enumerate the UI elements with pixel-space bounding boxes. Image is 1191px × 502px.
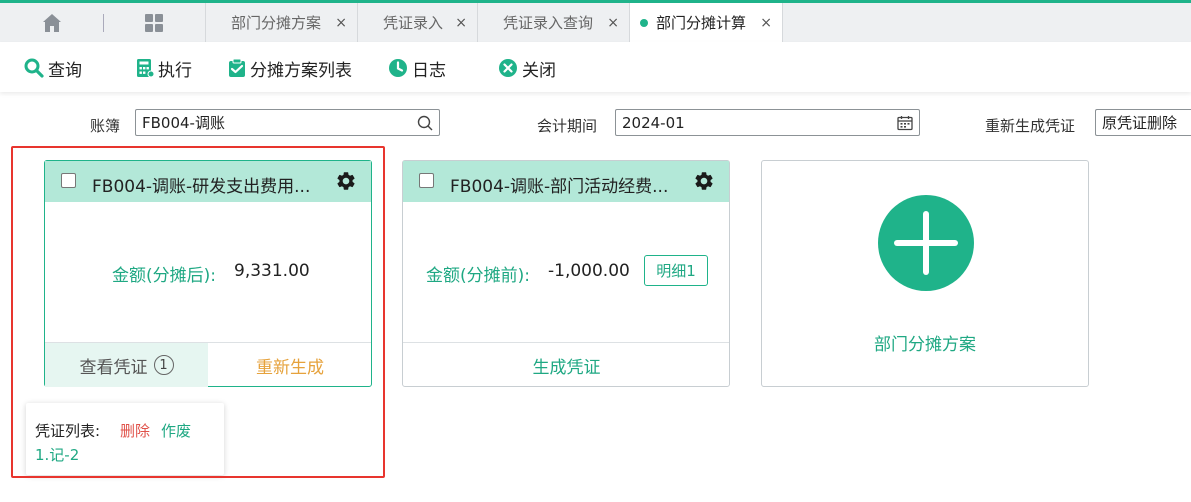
query-button[interactable]: 查询 (24, 56, 82, 81)
home-icon (42, 13, 61, 32)
log-label: 日志 (412, 60, 446, 81)
card-title: FB004-调账-部门活动经费... (450, 177, 669, 197)
generate-voucher-label: 生成凭证 (532, 357, 601, 378)
tab-dept-allocation-plan[interactable]: 部门分摊方案 × (205, 3, 357, 42)
tab-bar: 部门分摊方案 × 凭证录入 × 凭证录入查询 × 部门分摊计算 × (0, 0, 1191, 42)
plus-icon[interactable] (878, 195, 974, 291)
close-icon[interactable]: × (760, 15, 772, 31)
add-plan-label: 部门分摊方案 (874, 335, 976, 355)
ledger-label: 账簿 (90, 117, 121, 135)
clipboard-icon (229, 58, 245, 77)
plan-list-label: 分摊方案列表 (250, 60, 352, 81)
home-tab[interactable] (0, 3, 103, 42)
search-icon[interactable] (417, 115, 433, 131)
close-circle-icon (499, 59, 517, 77)
tab-voucher-query[interactable]: 凭证录入查询 × (477, 3, 629, 42)
log-button[interactable]: 日志 (388, 56, 446, 81)
plan-list-button[interactable]: 分摊方案列表 (228, 56, 352, 81)
detail-button[interactable]: 明细1 (644, 255, 708, 286)
close-icon[interactable]: × (607, 15, 619, 31)
close-icon[interactable]: × (335, 15, 347, 31)
amount-label: 金额(分摊前): (426, 266, 530, 286)
execute-label: 执行 (158, 60, 192, 81)
calendar-icon[interactable] (897, 115, 913, 131)
card-footer: 生成凭证 (403, 342, 729, 387)
clock-icon (389, 59, 407, 77)
amount-value: -1,000.00 (548, 261, 630, 281)
toolbar: 查询 执行 分摊方案列表 日志 关闭 (0, 42, 1191, 92)
apps-tab[interactable] (104, 3, 204, 42)
close-label: 关闭 (522, 60, 556, 81)
search-icon (24, 58, 44, 78)
ledger-input[interactable]: FB004-调账 (135, 109, 440, 136)
period-input[interactable]: 2024-01 (615, 109, 920, 136)
period-value: 2024-01 (622, 113, 685, 132)
query-label: 查询 (48, 60, 82, 81)
ledger-value: FB004-调账 (142, 114, 225, 132)
tab-voucher-entry[interactable]: 凭证录入 × (357, 3, 477, 42)
card-header: FB004-调账-部门活动经费... (403, 161, 729, 202)
tab-label: 凭证录入查询 (503, 14, 594, 32)
generate-voucher-button[interactable]: 生成凭证 (403, 343, 730, 387)
calculator-icon (137, 59, 154, 78)
regen-select[interactable]: 原凭证删除 (1095, 109, 1191, 136)
tab-label: 凭证录入 (383, 14, 444, 32)
card-checkbox[interactable] (419, 173, 434, 188)
allocation-card-dept-activity[interactable]: FB004-调账-部门活动经费... 金额(分摊前): -1,000.00 明细… (402, 160, 730, 387)
grid-icon (145, 13, 163, 32)
add-allocation-plan-card[interactable]: 部门分摊方案 (761, 160, 1089, 387)
active-dot-icon (640, 19, 648, 27)
tab-label: 部门分摊计算 (656, 14, 747, 32)
period-label: 会计期间 (537, 117, 598, 135)
execute-button[interactable]: 执行 (136, 56, 192, 81)
gear-icon[interactable] (693, 170, 715, 192)
tab-label: 部门分摊方案 (231, 14, 322, 32)
regen-label: 重新生成凭证 (985, 117, 1076, 135)
highlight-box (11, 146, 385, 478)
regen-value: 原凭证删除 (1102, 114, 1178, 132)
close-icon[interactable]: × (455, 15, 467, 31)
tab-dept-allocation-calc[interactable]: 部门分摊计算 × (629, 3, 783, 42)
close-button[interactable]: 关闭 (498, 56, 556, 81)
